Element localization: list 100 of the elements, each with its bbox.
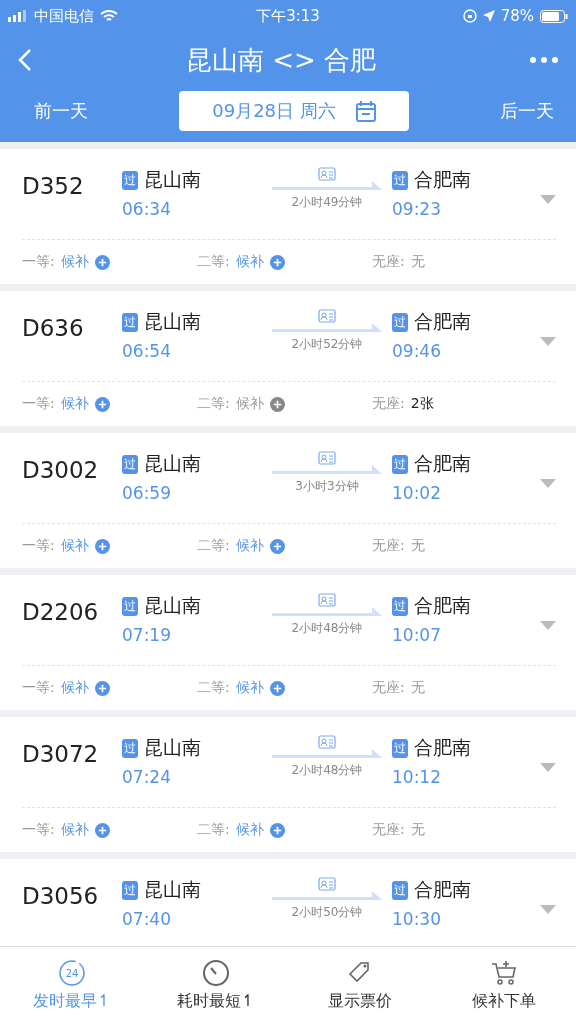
arrival-time: 10:02 bbox=[392, 483, 442, 503]
train-card[interactable]: D3002 过 昆山南 06:59 3小时3分钟 过 合肥南 10:02 一等: 候补 二等: 候补 无座: 无 bbox=[0, 433, 576, 568]
departure-station: 昆山南 bbox=[144, 309, 201, 334]
back-icon[interactable] bbox=[18, 48, 32, 72]
battery-icon bbox=[540, 9, 568, 23]
dropdown-icon[interactable] bbox=[540, 479, 556, 488]
arrival-station: 合肥南 bbox=[414, 877, 471, 902]
battery-percent: 78% bbox=[500, 7, 534, 25]
location-icon bbox=[482, 10, 495, 22]
arrival-time: 09:46 bbox=[392, 341, 442, 361]
train-number: D352 bbox=[22, 173, 85, 199]
departure-station: 昆山南 bbox=[144, 877, 201, 902]
seat-availability: 候补 bbox=[235, 821, 264, 839]
route-title: 昆山南 <> 合肥 bbox=[185, 43, 377, 77]
plus-icon[interactable] bbox=[94, 396, 110, 412]
plus-icon[interactable] bbox=[269, 822, 285, 838]
calendar-icon bbox=[355, 100, 376, 122]
signal-icon bbox=[8, 10, 28, 22]
seat-availability: 无 bbox=[410, 679, 425, 697]
pass-tag: 过 bbox=[122, 170, 138, 190]
arrow-icon bbox=[272, 891, 382, 901]
duration: 2小时48分钟 bbox=[291, 762, 363, 779]
train-card[interactable]: D2206 过 昆山南 07:19 2小时48分钟 过 合肥南 10:07 一等: 候补 二等: 候补 无座: 无 bbox=[0, 575, 576, 710]
plus-icon[interactable] bbox=[94, 822, 110, 838]
pass-tag: 过 bbox=[122, 596, 138, 616]
duration: 2小时50分钟 bbox=[291, 904, 363, 921]
wifi-icon bbox=[100, 9, 118, 23]
seat-class: 一等: bbox=[22, 821, 55, 839]
id-card-icon bbox=[318, 877, 336, 891]
plus-icon[interactable] bbox=[94, 538, 110, 554]
sort-tab[interactable]: 候补下单 bbox=[432, 947, 576, 1024]
seat-class: 无座: bbox=[372, 537, 405, 555]
pass-tag: 过 bbox=[392, 454, 408, 474]
arrival-station: 合肥南 bbox=[414, 309, 471, 334]
departure-station: 昆山南 bbox=[144, 451, 201, 476]
seat-availability: 候补 bbox=[60, 821, 89, 839]
arrival-station: 合肥南 bbox=[414, 593, 471, 618]
departure-station: 昆山南 bbox=[144, 735, 201, 760]
train-number: D3056 bbox=[22, 883, 100, 909]
seat-availability: 2张 bbox=[410, 395, 434, 413]
train-card[interactable]: D3072 过 昆山南 07:24 2小时48分钟 过 合肥南 10:12 一等: 候补 二等: 候补 无座: 无 bbox=[0, 717, 576, 852]
seat-availability: 候补 bbox=[235, 537, 264, 555]
id-card-icon bbox=[318, 593, 336, 607]
seat-class: 二等: bbox=[197, 395, 230, 413]
seat-availability: 无 bbox=[410, 821, 425, 839]
arrival-station: 合肥南 bbox=[414, 167, 471, 192]
plus-icon[interactable] bbox=[269, 396, 285, 412]
plus-icon[interactable] bbox=[94, 680, 110, 696]
arrival-time: 09:23 bbox=[392, 199, 442, 219]
pass-tag: 过 bbox=[122, 312, 138, 332]
dropdown-icon[interactable] bbox=[540, 621, 556, 630]
pass-tag: 过 bbox=[122, 738, 138, 758]
train-card[interactable]: D352 过 昆山南 06:34 2小时49分钟 过 合肥南 09:23 一等: 候补 二等: 候补 无座: 无 bbox=[0, 149, 576, 284]
pass-tag: 过 bbox=[392, 312, 408, 332]
train-card[interactable]: D636 过 昆山南 06:54 2小时52分钟 过 合肥南 09:46 一等: 候补 二等: 候补 无座: 2张 bbox=[0, 291, 576, 426]
sort-tab[interactable]: 显示票价 bbox=[288, 947, 432, 1024]
plus-icon[interactable] bbox=[94, 254, 110, 270]
id-card-icon bbox=[318, 735, 336, 749]
seat-class: 一等: bbox=[22, 253, 55, 271]
arrival-station: 合肥南 bbox=[414, 735, 471, 760]
arrival-time: 10:07 bbox=[392, 625, 442, 645]
seat-availability: 无 bbox=[410, 253, 425, 271]
plus-icon[interactable] bbox=[269, 538, 285, 554]
departure-time: 06:34 bbox=[122, 199, 172, 219]
pass-tag: 过 bbox=[392, 596, 408, 616]
arrow-icon bbox=[272, 323, 382, 333]
seat-class: 无座: bbox=[372, 253, 405, 271]
train-number: D2206 bbox=[22, 599, 100, 625]
rotation-lock-icon bbox=[462, 9, 477, 23]
pass-tag: 过 bbox=[122, 880, 138, 900]
id-card-icon bbox=[318, 167, 336, 181]
pass-tag: 过 bbox=[392, 170, 408, 190]
pass-tag: 过 bbox=[392, 880, 408, 900]
dropdown-icon[interactable] bbox=[540, 337, 556, 346]
seat-availability: 候补 bbox=[235, 395, 264, 413]
plus-icon[interactable] bbox=[269, 680, 285, 696]
departure-time: 06:59 bbox=[122, 483, 172, 503]
seat-class: 二等: bbox=[197, 253, 230, 271]
plus-icon[interactable] bbox=[269, 254, 285, 270]
train-number: D3072 bbox=[22, 741, 100, 767]
train-card[interactable]: D3056 过 昆山南 07:40 2小时50分钟 过 合肥南 10:30 bbox=[0, 859, 576, 946]
duration: 3小时3分钟 bbox=[295, 478, 359, 495]
train-number: D3002 bbox=[22, 457, 100, 483]
more-icon[interactable] bbox=[530, 57, 558, 63]
departure-time: 06:54 bbox=[122, 341, 172, 361]
dropdown-icon[interactable] bbox=[540, 195, 556, 204]
timer-icon bbox=[202, 959, 230, 987]
seat-availability: 无 bbox=[410, 537, 425, 555]
seat-class: 一等: bbox=[22, 537, 55, 555]
train-number: D636 bbox=[22, 315, 85, 341]
dropdown-icon[interactable] bbox=[540, 905, 556, 914]
departure-station: 昆山南 bbox=[144, 167, 201, 192]
pass-tag: 过 bbox=[392, 738, 408, 758]
carrier-name: 中国电信 bbox=[34, 6, 94, 26]
departure-time: 07:40 bbox=[122, 909, 172, 929]
seat-class: 二等: bbox=[197, 821, 230, 839]
dropdown-icon[interactable] bbox=[540, 763, 556, 772]
arrow-icon bbox=[272, 607, 382, 617]
seat-availability: 候补 bbox=[60, 395, 89, 413]
sort-tab[interactable]: 耗时最短↿ bbox=[144, 947, 288, 1024]
